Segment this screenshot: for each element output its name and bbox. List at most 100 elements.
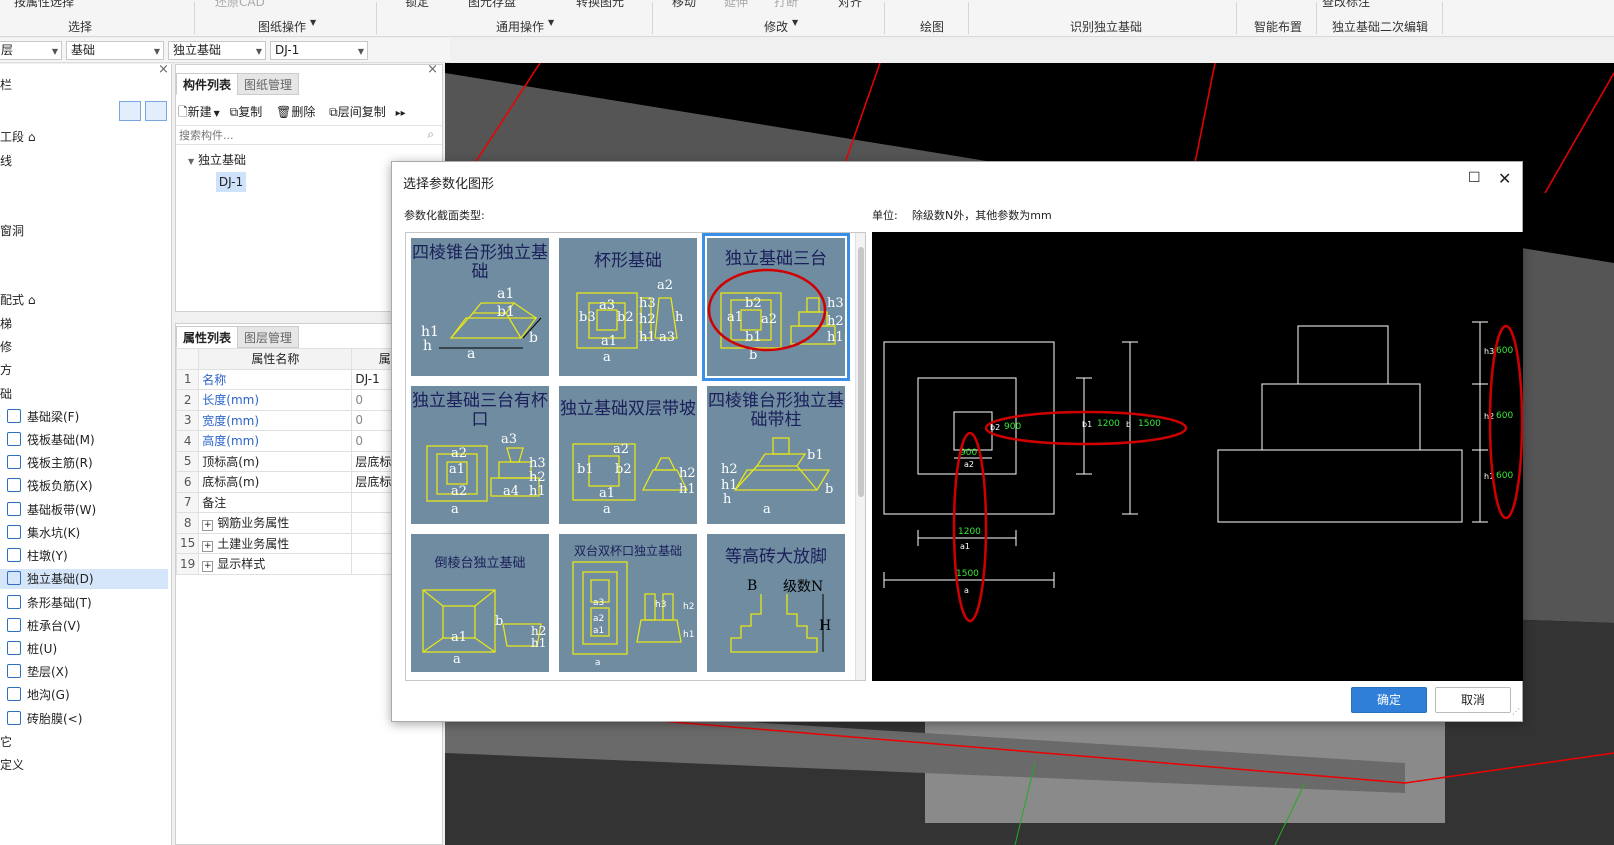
nav-item-sump[interactable]: 集水坑(K) (0, 523, 168, 543)
nav-section[interactable]: 线 (0, 151, 168, 171)
copy-button[interactable]: 复制 (238, 105, 262, 119)
more-icon[interactable]: ▸▸ (396, 108, 406, 119)
extend-button[interactable]: 延伸 (724, 0, 748, 10)
close-icon[interactable]: ✕ (1498, 169, 1511, 188)
break-button[interactable]: 打断 (774, 0, 798, 10)
nav-section[interactable]: 窗洞 (0, 221, 168, 241)
group-modify[interactable]: 修改 (764, 18, 788, 35)
delete-icon: 🗑 (276, 105, 292, 119)
move-button[interactable]: 移动 (672, 0, 696, 10)
tab-drawing-management[interactable]: 图纸管理 (237, 73, 300, 95)
dim-label: b (529, 330, 538, 346)
nav-item-trench[interactable]: 地沟(G) (0, 685, 168, 705)
tab-component-list[interactable]: 构件列表 (176, 73, 239, 95)
nav-item-pile-cap[interactable]: 桩承台(V) (0, 616, 168, 636)
resize-grip-icon[interactable]: ⋰ (1512, 707, 1520, 716)
thumb-title: 双台双杯口独立基础 (573, 544, 682, 558)
expand-icon[interactable]: + (202, 540, 214, 552)
collapse-icon[interactable]: ▼ (188, 157, 194, 166)
nav-item-raft-neg-rebar[interactable]: 筏板负筋(X) (0, 476, 168, 496)
search-icon[interactable]: ⌕ (427, 127, 434, 142)
dim-label: a1 (497, 286, 515, 302)
group-common-ops[interactable]: 通用操作 (496, 18, 544, 35)
component-select[interactable]: DJ-1 ▼ (270, 41, 368, 60)
trench-icon (7, 687, 21, 701)
nav-section[interactable]: 工段 ⌂ (0, 127, 168, 147)
tab-layer-management[interactable]: 图层管理 (237, 326, 300, 348)
dim-label: a2 (657, 278, 674, 293)
strip-footing-icon (7, 595, 21, 609)
close-icon[interactable]: × (427, 62, 438, 77)
nav-item-raft[interactable]: 筏板基础(M) (0, 430, 168, 450)
nav-item-cushion[interactable]: 垫层(X) (0, 662, 168, 682)
nav-section[interactable]: 定义 (0, 755, 168, 775)
close-icon[interactable]: × (158, 62, 169, 77)
thumb-pyramid-footing-with-column[interactable]: 四棱锥台形独立基础带柱 h2 h1 h b1 b a (707, 386, 845, 524)
scrollbar-thumb[interactable] (858, 247, 864, 497)
thumb-double-slope-footing[interactable]: 独立基础双层带坡 a2 a1 b1 b2 h2 h1 a (559, 386, 697, 524)
red-annotations (952, 324, 1523, 623)
group-footing-edit: 独立基础二次编辑 (1332, 20, 1429, 34)
dim-label: a1 (599, 486, 616, 501)
check-dimension-button[interactable]: 查改标注 (1322, 0, 1370, 10)
thumb-three-step-cup-footing[interactable]: 独立基础三台有杯口 a3 a2 a1 a2 a4 h3 h2 h1 a (411, 386, 549, 524)
ok-button[interactable]: 确定 (1351, 687, 1427, 713)
group-select: 选择 (68, 20, 93, 34)
chevron-down-icon: ▼ (792, 18, 799, 27)
convert-element-button[interactable]: 转换图元 (576, 0, 624, 10)
thumb-equal-height-brick-footing[interactable]: 等高砖大放脚 B 级数N H (707, 534, 845, 672)
nav-section[interactable]: 它 (0, 732, 168, 752)
detail-view-icon[interactable] (145, 101, 167, 121)
nav-item-strip-footing[interactable]: 条形基础(T) (0, 593, 168, 613)
nav-item-brick-mold[interactable]: 砖胎膜(<) (0, 709, 168, 729)
nav-item-pile[interactable]: 桩(U) (0, 639, 168, 659)
nav-section[interactable]: 修 (0, 337, 168, 357)
thumb-double-cup-footing[interactable]: 双台双杯口独立基础 a3 a2 a1 h3 h2 h1 a (559, 534, 697, 672)
new-button[interactable]: 新建 (188, 105, 212, 119)
nav-header: 栏 (0, 78, 13, 92)
thumb-inverted-frustum-footing[interactable]: 倒棱台独立基础 a1 b h2 h1 a (411, 534, 549, 672)
select-by-property-button[interactable]: 按属性选择 (14, 0, 74, 10)
shape-preview: b2 900 b1 1200 b 1500 900 a2 1200 a1 150… (872, 232, 1523, 681)
list-view-icon[interactable] (119, 101, 141, 121)
floor-copy-button[interactable]: 层间复制 (338, 105, 386, 119)
tab-property-list[interactable]: 属性列表 (176, 326, 239, 348)
type-select[interactable]: 独立基础 ▼ (168, 41, 266, 60)
new-icon: 🗋 (178, 105, 188, 119)
dim-label: a3 (593, 598, 605, 608)
tree-node-footing[interactable]: ▼ 独立基础 (188, 151, 246, 168)
nav-section[interactable]: 配式 ⌂ (0, 290, 168, 310)
delete-button[interactable]: 删除 (291, 105, 315, 119)
floor-select[interactable]: 层 ▼ (0, 41, 62, 60)
copy-icon: ⧉ (229, 105, 239, 119)
thumb-title: 独立基础三台有杯口 (412, 391, 548, 430)
category-select[interactable]: 基础 ▼ (66, 41, 164, 60)
group-drawing-ops[interactable]: 图纸操作 (258, 18, 306, 35)
restore-cad-button[interactable]: 还原CAD (215, 0, 265, 10)
nav-section[interactable]: 方 (0, 360, 168, 380)
expand-icon[interactable]: + (202, 561, 214, 573)
dim-label: a4 (503, 484, 520, 499)
tree-node-dj1[interactable]: DJ-1 (216, 172, 246, 192)
dim-label: h2 (679, 466, 696, 481)
nav-section[interactable]: 梯 (0, 314, 168, 334)
thumb-pyramid-footing[interactable]: 四棱锥台形独立基础 a1 b1 h1 h a b (411, 238, 549, 376)
nav-item-raft-main-rebar[interactable]: 筏板主筋(R) (0, 453, 168, 473)
thumbnail-scrollbar[interactable] (855, 233, 865, 680)
thumb-cup-footing[interactable]: 杯形基础 a2 a3 b3 b2 h3 h2 h a1 h1 a3 a (559, 238, 697, 376)
dim-label: a1 (593, 626, 605, 636)
nav-item-strip[interactable]: 基础板带(W) (0, 500, 168, 520)
nav-item-foundation-beam[interactable]: 基础梁(F) (0, 407, 168, 427)
thumb-three-step-footing[interactable]: 独立基础三台 b2 a1 a2 b1 b h3 h2 h1 (702, 233, 850, 381)
maximize-icon[interactable]: ☐ (1468, 170, 1481, 186)
cancel-button[interactable]: 取消 (1435, 687, 1511, 713)
nav-item-pier[interactable]: 柱墩(Y) (0, 546, 168, 566)
component-search-input[interactable] (176, 125, 442, 145)
save-element-button[interactable]: 图元存盘 (468, 0, 516, 10)
nav-section[interactable]: 础 (0, 384, 168, 404)
nav-item-isolated-footing[interactable]: 独立基础(D) (0, 569, 168, 589)
align-button[interactable]: 对齐 (838, 0, 862, 10)
lock-button[interactable]: 锁定 (405, 0, 429, 10)
expand-icon[interactable]: + (202, 520, 214, 532)
selector-bar: 层 ▼ 基础 ▼ 独立基础 ▼ DJ-1 ▼ (0, 38, 450, 63)
